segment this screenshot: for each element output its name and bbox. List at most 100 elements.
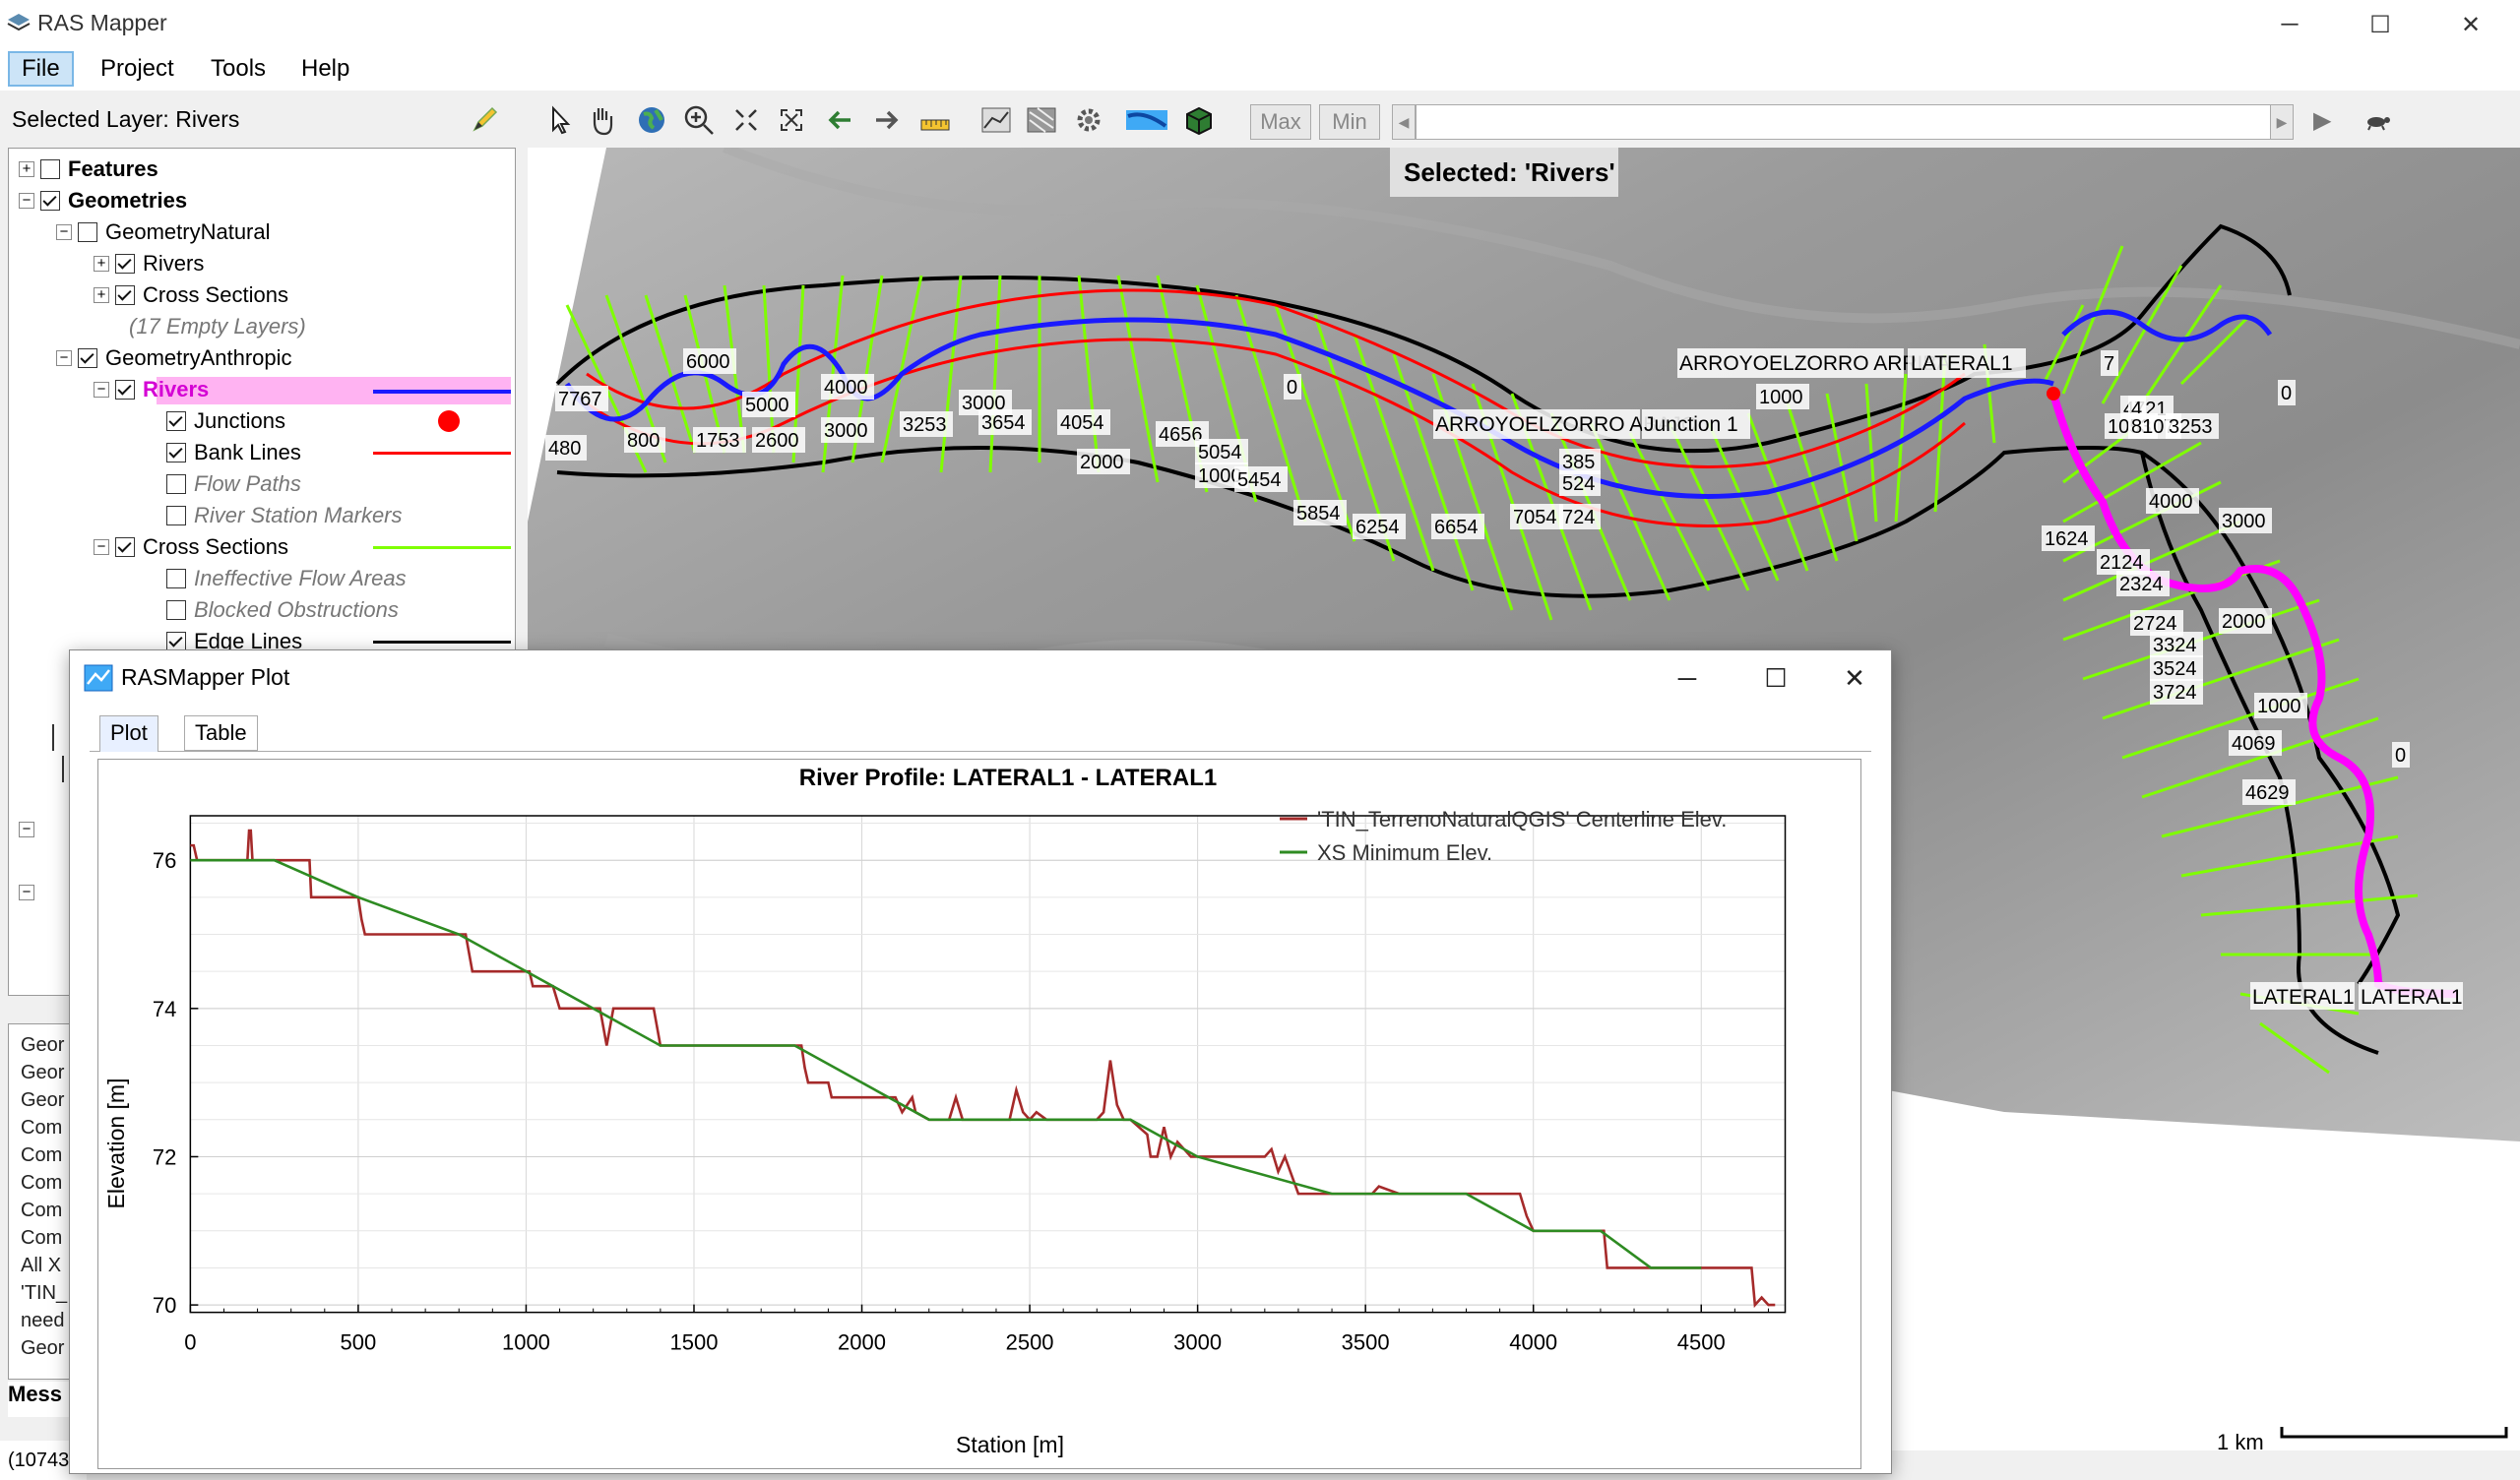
plot-frame (189, 815, 1787, 1314)
tree-item-geometries[interactable]: Geometries (68, 188, 187, 214)
plot-window[interactable]: RASMapper Plot ─ ☐ ✕ Plot Table River Pr… (69, 649, 1892, 1474)
menu-project[interactable]: Project (89, 51, 186, 87)
minimize-button[interactable]: ─ (2244, 0, 2335, 49)
station-label: 480 (548, 438, 581, 460)
expand-icon[interactable]: + (94, 256, 109, 272)
play-button[interactable]: ▶ (2313, 106, 2331, 135)
tree-item-rivers[interactable]: Rivers (143, 251, 204, 277)
junction-label: Junction 1 (1644, 413, 1738, 436)
edge-lines-legend-line (373, 641, 511, 644)
expand-icon[interactable]: + (94, 287, 109, 303)
junctions-checkbox[interactable] (166, 411, 186, 431)
edit-pencil-icon[interactable] (471, 104, 500, 134)
settings-gear-icon[interactable] (1071, 102, 1106, 138)
measure-ruler-icon[interactable] (917, 102, 953, 138)
window-title: RAS Mapper (37, 10, 167, 35)
messages-list[interactable]: Geor Geor Geor Com Com Com Com Com All X… (8, 1023, 73, 1380)
tree-checkbox[interactable] (52, 724, 54, 751)
tree-item-junctions[interactable]: Junctions (194, 408, 285, 434)
edge-lines-checkbox[interactable] (166, 632, 186, 651)
collapse-icon[interactable]: − (19, 885, 34, 900)
river-layer-icon[interactable] (1124, 102, 1169, 138)
collapse-icon[interactable]: − (19, 822, 34, 837)
reach-label-lateral-top: LATERAL1 (1911, 352, 2013, 375)
rivers-checkbox[interactable] (115, 254, 135, 274)
chart-axes: 0 500 1000 1500 2000 2500 3000 3500 4000 4500 70 72… (153, 815, 1787, 1355)
geometry-natural-checkbox[interactable] (78, 222, 97, 242)
blocked-checkbox[interactable] (166, 600, 186, 620)
plot-close-button[interactable]: ✕ (1820, 650, 1889, 706)
time-slider-left-button[interactable]: ◀ (1392, 104, 1416, 140)
back-arrow-icon[interactable] (823, 102, 858, 138)
cross-sections2-checkbox[interactable] (115, 537, 135, 557)
max-button[interactable]: Max (1250, 104, 1311, 140)
station-label: 385 (1562, 452, 1595, 473)
tree-item-ineffective[interactable]: Ineffective Flow Areas (194, 566, 407, 591)
pan-hand-icon[interactable] (585, 102, 620, 138)
tree-item-rivers-selected[interactable]: Rivers (143, 377, 209, 402)
forward-arrow-icon[interactable] (868, 102, 904, 138)
geometries-checkbox[interactable] (40, 191, 60, 211)
station-label: 1000 (1759, 387, 1803, 408)
tree-item-geometry-natural[interactable]: GeometryNatural (105, 219, 271, 245)
menu-tools[interactable]: Tools (199, 51, 278, 87)
messages-tab[interactable]: Mess (8, 1382, 71, 1417)
tree-item-cross-sections[interactable]: Cross Sections (143, 282, 288, 308)
menu-file[interactable]: File (8, 51, 74, 87)
tree-item-bank-lines[interactable]: Bank Lines (194, 440, 301, 465)
plot-maximize-button[interactable]: ☐ (1732, 650, 1820, 706)
3d-view-icon[interactable] (1181, 102, 1217, 138)
globe-icon[interactable] (634, 102, 669, 138)
chart-legend: 'TIN_TerrenoNaturalQGIS' Centerline Elev… (1280, 807, 1727, 865)
profile-plot-icon[interactable] (978, 102, 1014, 138)
maximize-button[interactable]: ☐ (2335, 0, 2426, 49)
junction-marker[interactable] (2047, 387, 2060, 401)
station-label: 0 (2395, 745, 2406, 767)
station-label: 3724 (2153, 682, 2197, 704)
collapse-icon[interactable]: − (56, 350, 72, 366)
collapse-icon[interactable]: − (94, 382, 109, 398)
tree-item-empty-layers[interactable]: (17 Empty Layers) (129, 314, 306, 339)
ineffective-checkbox[interactable] (166, 569, 186, 588)
zoom-extent-icon[interactable] (728, 102, 764, 138)
tree-item-cross-sections-2[interactable]: Cross Sections (143, 534, 288, 560)
min-button[interactable]: Min (1319, 104, 1380, 140)
station-label: 2000 (1080, 452, 1124, 473)
plot-minimize-button[interactable]: ─ (1643, 650, 1732, 706)
features-checkbox[interactable] (40, 159, 60, 179)
bank-lines-legend-line (373, 452, 511, 455)
tree-item-geometry-anthropic[interactable]: GeometryAnthropic (105, 345, 292, 371)
geometry-anthropic-checkbox[interactable] (78, 348, 97, 368)
expand-icon[interactable]: + (19, 161, 34, 177)
select-arrow-icon[interactable] (543, 102, 579, 138)
full-extent-icon[interactable] (774, 102, 809, 138)
tree-item-features[interactable]: Features (68, 156, 158, 182)
bank-lines-checkbox[interactable] (166, 443, 186, 462)
station-label: 3253 (903, 414, 947, 436)
collapse-icon[interactable]: − (19, 193, 34, 209)
time-slider-right-button[interactable]: ▶ (2270, 104, 2294, 140)
station-label: 3324 (2153, 635, 2197, 656)
river-station-markers-checkbox[interactable] (166, 506, 186, 525)
animation-speed-turtle-icon[interactable] (2359, 102, 2394, 138)
tab-plot[interactable]: Plot (99, 715, 158, 752)
rivers-sel-checkbox[interactable] (115, 380, 135, 400)
terrain-profile-icon[interactable] (1024, 102, 1059, 138)
menu-help[interactable]: Help (289, 51, 361, 87)
close-button[interactable]: ✕ (2426, 0, 2516, 49)
cross-sections-checkbox[interactable] (115, 285, 135, 305)
tree-checkbox[interactable] (62, 756, 64, 782)
collapse-icon[interactable]: − (56, 224, 72, 240)
collapse-icon[interactable]: − (94, 539, 109, 555)
time-slider[interactable] (1416, 104, 2290, 140)
station-label: 4054 (1060, 412, 1104, 434)
tab-table[interactable]: Table (184, 715, 258, 751)
tree-item-blocked[interactable]: Blocked Obstructions (194, 597, 399, 623)
station-label: 4000 (824, 377, 868, 399)
tree-item-river-station-markers[interactable]: River Station Markers (194, 503, 403, 528)
zoom-in-icon[interactable] (681, 102, 717, 138)
tree-item-flow-paths[interactable]: Flow Paths (194, 471, 301, 497)
x-tick-label: 2500 (1006, 1330, 1054, 1355)
station-label: 3000 (824, 420, 868, 442)
flow-paths-checkbox[interactable] (166, 474, 186, 494)
